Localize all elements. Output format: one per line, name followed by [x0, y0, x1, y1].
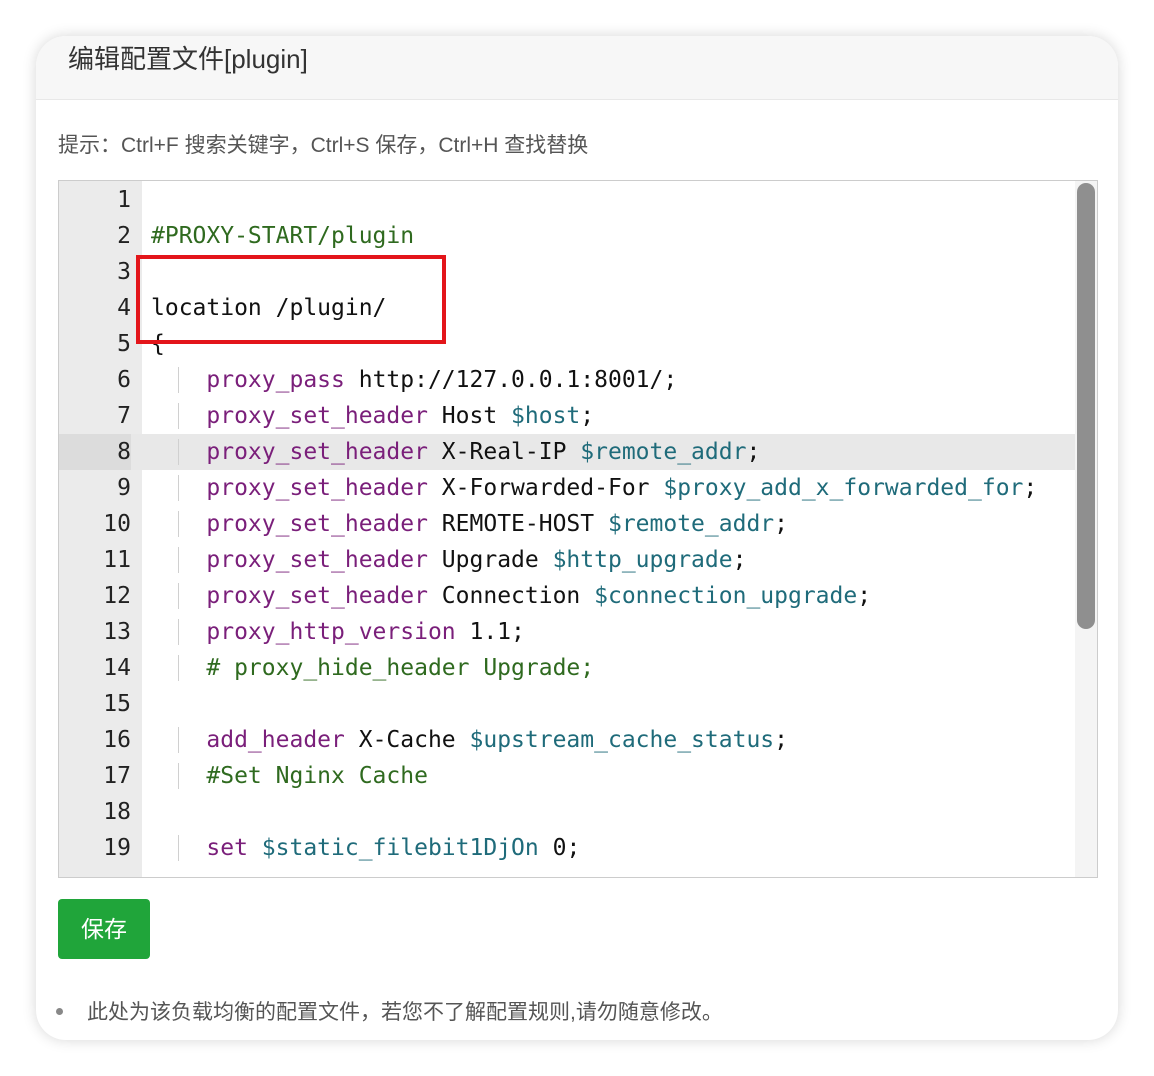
code-line[interactable]: 8 proxy_set_header X-Real-IP $remote_add… [59, 434, 1097, 470]
code-line[interactable]: 17 #Set Nginx Cache [59, 758, 1097, 794]
code-text: proxy_set_header Host $host; [206, 403, 595, 429]
code-line[interactable]: 11 proxy_set_header Upgrade $http_upgrad… [59, 542, 1097, 578]
code-text: #PROXY-START/plugin [151, 223, 415, 249]
dialog-title: 编辑配置文件[plugin] [68, 44, 308, 74]
code-text: proxy_set_header Upgrade $http_upgrade; [206, 547, 747, 573]
line-number: 17 [103, 763, 131, 789]
code-text: proxy_pass http://127.0.0.1:8001/; [206, 367, 678, 393]
code-line[interactable]: 10 proxy_set_header REMOTE-HOST $remote_… [59, 506, 1097, 542]
line-number: 19 [103, 835, 131, 861]
line-number: 13 [103, 619, 131, 645]
scrollbar-thumb[interactable] [1077, 183, 1095, 629]
code-text: proxy_http_version 1.1; [206, 619, 525, 645]
code-text: proxy_set_header X-Real-IP $remote_addr; [206, 439, 761, 465]
code-line[interactable]: 13 proxy_http_version 1.1; [59, 614, 1097, 650]
code-line[interactable]: 7 proxy_set_header Host $host; [59, 398, 1097, 434]
config-editor-dialog: 编辑配置文件[plugin] 提示：Ctrl+F 搜索关键字，Ctrl+S 保存… [36, 36, 1118, 1040]
code-line[interactable]: 19 set $static_filebit1DjOn 0; [59, 830, 1097, 866]
line-number: 1 [117, 187, 131, 213]
line-number: 3 [117, 259, 131, 285]
code-line[interactable]: 6 proxy_pass http://127.0.0.1:8001/; [59, 362, 1097, 398]
code-line[interactable]: 9 proxy_set_header X-Forwarded-For $prox… [59, 470, 1097, 506]
code-text: proxy_set_header REMOTE-HOST $remote_add… [206, 511, 788, 537]
line-number: 9 [117, 475, 131, 501]
config-warning-note: 此处为该负载均衡的配置文件，若您不了解配置规则,请勿随意修改。 [56, 998, 723, 1028]
code-text: #Set Nginx Cache [151, 763, 428, 789]
line-number: 6 [117, 367, 131, 393]
code-line[interactable]: 15 [59, 686, 1097, 722]
code-line[interactable]: 12 proxy_set_header Connection $connecti… [59, 578, 1097, 614]
line-number: 10 [103, 511, 131, 537]
code-text: proxy_set_header X-Forwarded-For $proxy_… [206, 475, 1038, 501]
location-highlight-box [136, 255, 446, 344]
bullet-icon [56, 1007, 63, 1015]
line-number: 8 [59, 434, 131, 470]
line-number: 18 [103, 799, 131, 825]
code-line[interactable]: 16 add_header X-Cache $upstream_cache_st… [59, 722, 1097, 758]
code-text: proxy_set_header Connection $connection_… [206, 583, 872, 609]
line-number: 12 [103, 583, 131, 609]
line-number: 14 [103, 655, 131, 681]
line-number: 16 [103, 727, 131, 753]
shortcut-hint: 提示：Ctrl+F 搜索关键字，Ctrl+S 保存，Ctrl+H 查找替换 [58, 134, 589, 157]
code-text: set $static_filebit1DjOn 0; [206, 835, 581, 861]
line-number: 11 [103, 547, 131, 573]
line-number: 4 [117, 295, 131, 321]
note-text: 此处为该负载均衡的配置文件，若您不了解配置规则,请勿随意修改。 [87, 1001, 723, 1024]
dialog-header: 编辑配置文件[plugin] [36, 36, 1118, 100]
code-text: add_header X-Cache $upstream_cache_statu… [206, 727, 788, 753]
code-text: # proxy_hide_header Upgrade; [151, 655, 595, 681]
line-number: 2 [117, 223, 131, 249]
code-line[interactable]: 2 #PROXY-START/plugin [59, 218, 1097, 254]
code-line[interactable]: 18 [59, 794, 1097, 830]
line-number: 5 [117, 331, 131, 357]
code-line[interactable]: 1 [59, 182, 1097, 218]
line-number: 15 [103, 691, 131, 717]
code-line[interactable]: 14 # proxy_hide_header Upgrade; [59, 650, 1097, 686]
save-button[interactable]: 保存 [58, 899, 150, 959]
vertical-scrollbar[interactable] [1075, 181, 1097, 877]
line-number: 7 [117, 403, 131, 429]
